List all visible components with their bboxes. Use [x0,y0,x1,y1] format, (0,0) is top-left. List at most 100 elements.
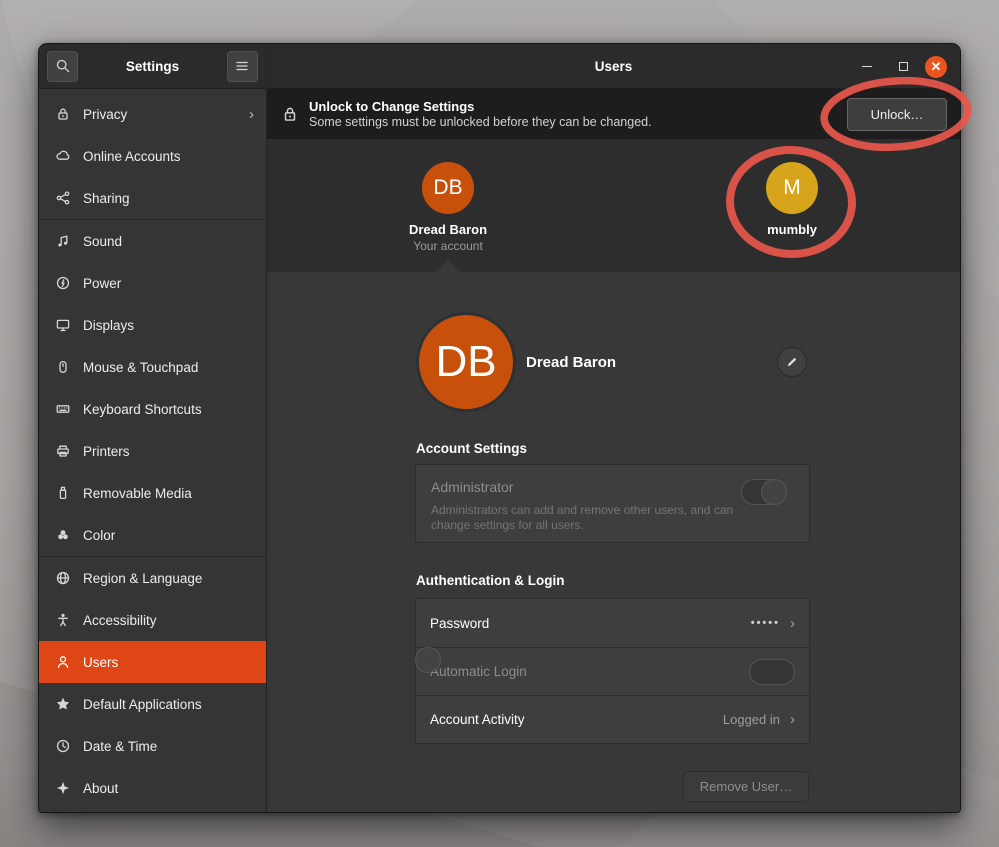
sidebar-item-label: Displays [83,318,254,333]
section-header-authentication: Authentication & Login [416,573,564,588]
user-carousel: DB Dread Baron Your account M mumbly [267,139,960,272]
globe-icon [54,570,71,587]
account-activity-label: Account Activity [430,712,723,727]
close-icon: ✕ [925,56,947,78]
password-row[interactable]: Password ••••• › [416,599,809,647]
color-icon [54,527,71,544]
automatic-login-row: Automatic Login [416,647,809,695]
display-icon [54,317,71,334]
sidebar-list: Privacy › Online Accounts Sharing Sound [39,89,266,812]
sidebar-item-label: Sharing [83,191,254,206]
unlock-infobar: Unlock to Change Settings Some settings … [267,89,960,139]
users-icon [54,654,71,671]
sidebar-item-label: Region & Language [83,571,254,586]
sidebar-item-sharing[interactable]: Sharing [39,177,266,219]
sidebar-item-privacy[interactable]: Privacy › [39,93,266,135]
sidebar-item-label: Default Applications [83,697,254,712]
unlock-infobar-text: Unlock to Change Settings Some settings … [309,99,847,129]
sidebar-item-color[interactable]: Color [39,514,266,556]
carousel-user-mumbly[interactable]: M mumbly [722,162,862,237]
password-value: ••••• [751,617,780,629]
account-activity-row[interactable]: Account Activity Logged in › [416,695,809,743]
accessibility-icon [54,612,71,629]
window-title: Users [595,59,633,74]
profile-name: Dread Baron [526,354,616,371]
sidebar-item-online-accounts[interactable]: Online Accounts [39,135,266,177]
sidebar-item-power[interactable]: Power [39,262,266,304]
titlebar: Users ✕ [267,44,960,89]
chevron-right-icon: › [249,106,254,123]
sidebar-item-label: Accessibility [83,613,254,628]
sidebar-item-label: Users [83,655,254,670]
minimize-button[interactable] [862,44,872,89]
carousel-user-dread-baron[interactable]: DB Dread Baron Your account [378,162,518,253]
unlock-button[interactable]: Unlock… [847,98,947,131]
sidebar-item-mouse-touchpad[interactable]: Mouse & Touchpad [39,346,266,388]
sidebar-item-label: Color [83,528,254,543]
sidebar-title: Settings [126,59,179,74]
sidebar-item-label: Printers [83,444,254,459]
chevron-right-icon: › [790,711,795,728]
account-activity-value: Logged in [723,712,780,727]
user-name: Dread Baron [409,222,487,237]
sidebar: Settings Privacy › Online Accounts [39,44,267,812]
sidebar-item-sound[interactable]: Sound [39,220,266,262]
sidebar-item-printers[interactable]: Printers [39,430,266,472]
sidebar-item-removable-media[interactable]: Removable Media [39,472,266,514]
unlock-infobar-title: Unlock to Change Settings [309,99,847,114]
profile-avatar[interactable]: DB [416,312,516,412]
primary-menu-button[interactable] [227,51,258,82]
cloud-icon [54,148,71,165]
minimize-icon [862,66,872,68]
keyboard-icon [54,401,71,418]
search-icon [55,58,71,74]
chevron-right-icon: › [790,615,795,632]
automatic-login-label: Automatic Login [430,664,749,679]
power-icon [54,275,71,292]
hamburger-menu-icon [234,58,250,74]
account-settings-card: Administrator Administrators can add and… [415,464,810,543]
search-button[interactable] [47,51,78,82]
sidebar-item-label: About [83,781,254,796]
mouse-icon [54,359,71,376]
sidebar-item-label: Online Accounts [83,149,254,164]
settings-window: Settings Privacy › Online Accounts [38,43,961,813]
usb-drive-icon [54,485,71,502]
maximize-button[interactable] [899,44,908,89]
user-subtitle: Your account [413,239,483,253]
desktop-background: Settings Privacy › Online Accounts [0,0,999,847]
edit-name-button[interactable] [777,347,807,377]
pencil-icon [785,355,799,369]
sidebar-headerbar: Settings [39,44,266,89]
avatar: DB [422,162,474,214]
sidebar-item-users[interactable]: Users [39,641,266,683]
authentication-card: Password ••••• › Automatic Login Account… [415,598,810,744]
sidebar-item-keyboard-shortcuts[interactable]: Keyboard Shortcuts [39,388,266,430]
sparkle-icon [54,780,71,797]
remove-user-button[interactable]: Remove User… [683,771,809,802]
administrator-description: Administrators can add and remove other … [431,503,736,533]
sidebar-item-default-applications[interactable]: Default Applications [39,683,266,725]
selected-user-pointer [435,260,461,272]
sidebar-item-label: Power [83,276,254,291]
sidebar-item-label: Mouse & Touchpad [83,360,254,375]
administrator-toggle[interactable] [741,479,787,505]
automatic-login-toggle[interactable] [749,659,795,685]
user-detail-pane: DB Dread Baron Account Settings Administ… [267,272,960,812]
sidebar-item-label: Sound [83,234,254,249]
sidebar-item-label: Privacy [83,107,249,122]
maximize-icon [899,62,908,71]
avatar: M [766,162,818,214]
sidebar-item-displays[interactable]: Displays [39,304,266,346]
sidebar-item-date-time[interactable]: Date & Time [39,725,266,767]
sidebar-item-region-language[interactable]: Region & Language [39,557,266,599]
sidebar-item-accessibility[interactable]: Accessibility [39,599,266,641]
lock-icon [281,105,299,123]
password-label: Password [430,616,751,631]
close-button[interactable]: ✕ [925,44,947,89]
sidebar-item-about[interactable]: About [39,767,266,809]
sidebar-item-label: Date & Time [83,739,254,754]
clock-icon [54,738,71,755]
toggle-knob [761,479,787,505]
sidebar-item-label: Keyboard Shortcuts [83,402,254,417]
